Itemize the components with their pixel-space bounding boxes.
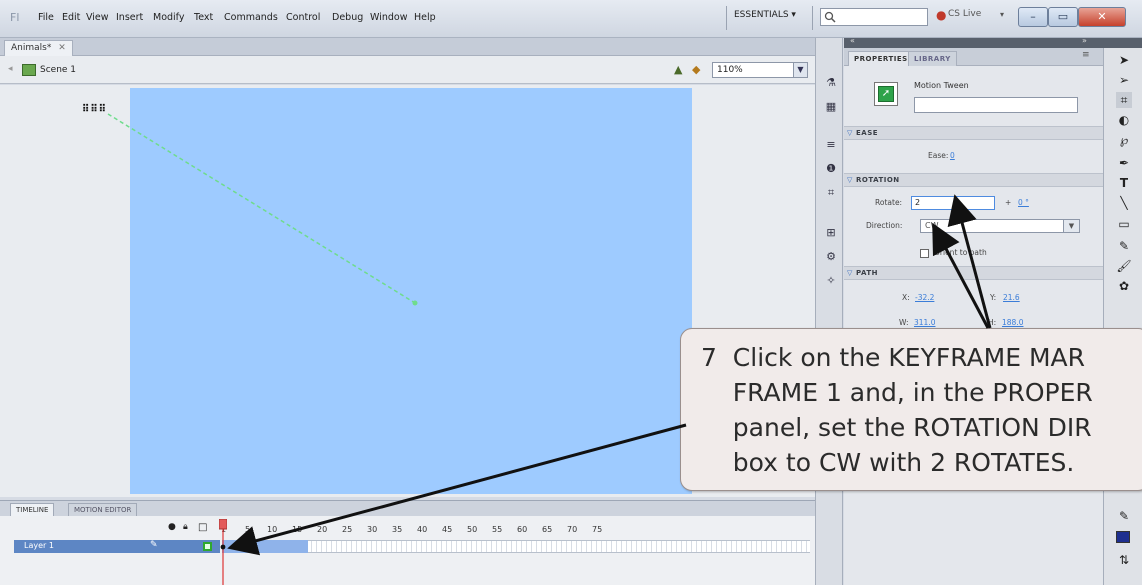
arrow-to-keyframe — [227, 423, 687, 556]
arrow-to-direction — [932, 222, 990, 329]
arrow-to-rotate — [947, 194, 992, 329]
annotation-arrows — [227, 194, 992, 556]
